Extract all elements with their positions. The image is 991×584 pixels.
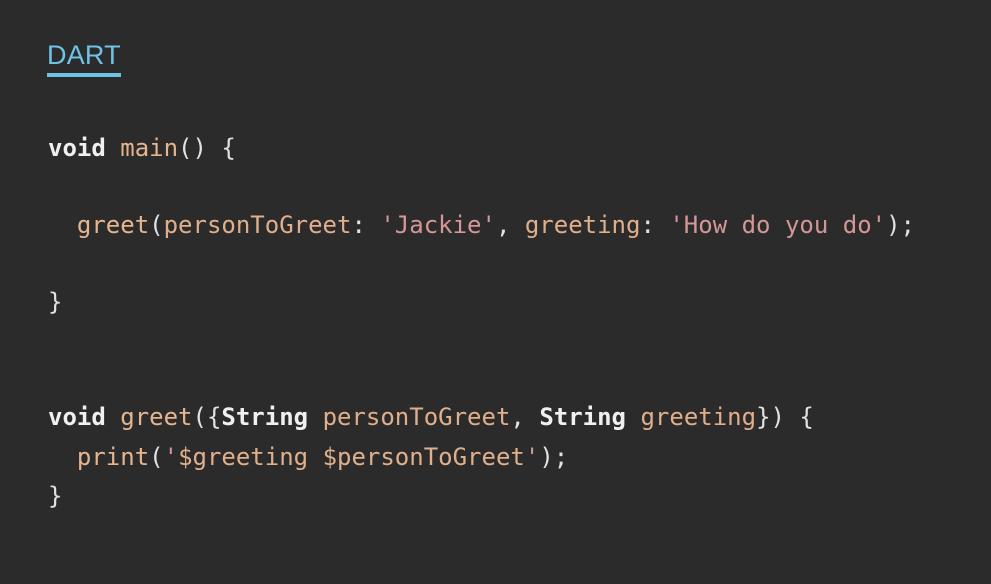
- punctuation: ({: [192, 403, 222, 431]
- parameter-name: personToGreet: [322, 403, 511, 431]
- code-line-6: }: [48, 480, 62, 512]
- punctuation: );: [886, 211, 916, 239]
- parameter-name: greeting: [640, 403, 757, 431]
- code-panel: DART void main() { greet(personToGreet: …: [0, 0, 991, 584]
- function-call: greet: [76, 211, 150, 239]
- closing-brace: }: [48, 482, 63, 510]
- code-line-3: }: [48, 286, 62, 318]
- code-block: void main() { greet(personToGreet: 'Jack…: [48, 0, 915, 510]
- string-space: [308, 443, 322, 471]
- type-name: String: [539, 403, 627, 431]
- string-literal: 'How do you do': [669, 211, 887, 239]
- punctuation: () {: [178, 134, 236, 162]
- keyword: void: [48, 403, 106, 431]
- closing-brace: }: [48, 288, 63, 316]
- punctuation: (: [149, 443, 164, 471]
- code-line-1: void main() {: [48, 132, 236, 164]
- string-quote: ': [163, 443, 179, 471]
- string-literal: 'Jackie': [380, 211, 496, 239]
- function-name: main: [120, 134, 179, 162]
- punctuation: ,: [510, 403, 540, 431]
- function-call: print: [76, 443, 150, 471]
- function-name: greet: [120, 403, 193, 431]
- punctuation: ,: [495, 211, 525, 239]
- punctuation: );: [539, 443, 569, 471]
- code-line-4: void greet({String personToGreet, String…: [48, 401, 814, 433]
- punctuation: :: [351, 211, 381, 239]
- punctuation: (: [149, 211, 164, 239]
- named-argument: personToGreet: [163, 211, 352, 239]
- keyword: void: [48, 134, 106, 162]
- code-line-2: greet(personToGreet: 'Jackie', greeting:…: [48, 209, 915, 241]
- string-interpolation: $greeting: [178, 443, 309, 471]
- string-quote: ': [524, 443, 540, 471]
- punctuation: }) {: [756, 403, 814, 431]
- named-argument: greeting: [524, 211, 641, 239]
- type-name: String: [221, 403, 309, 431]
- string-interpolation: $personToGreet: [322, 443, 525, 471]
- punctuation: :: [640, 211, 670, 239]
- code-line-5: print('$greeting $personToGreet');: [48, 441, 568, 473]
